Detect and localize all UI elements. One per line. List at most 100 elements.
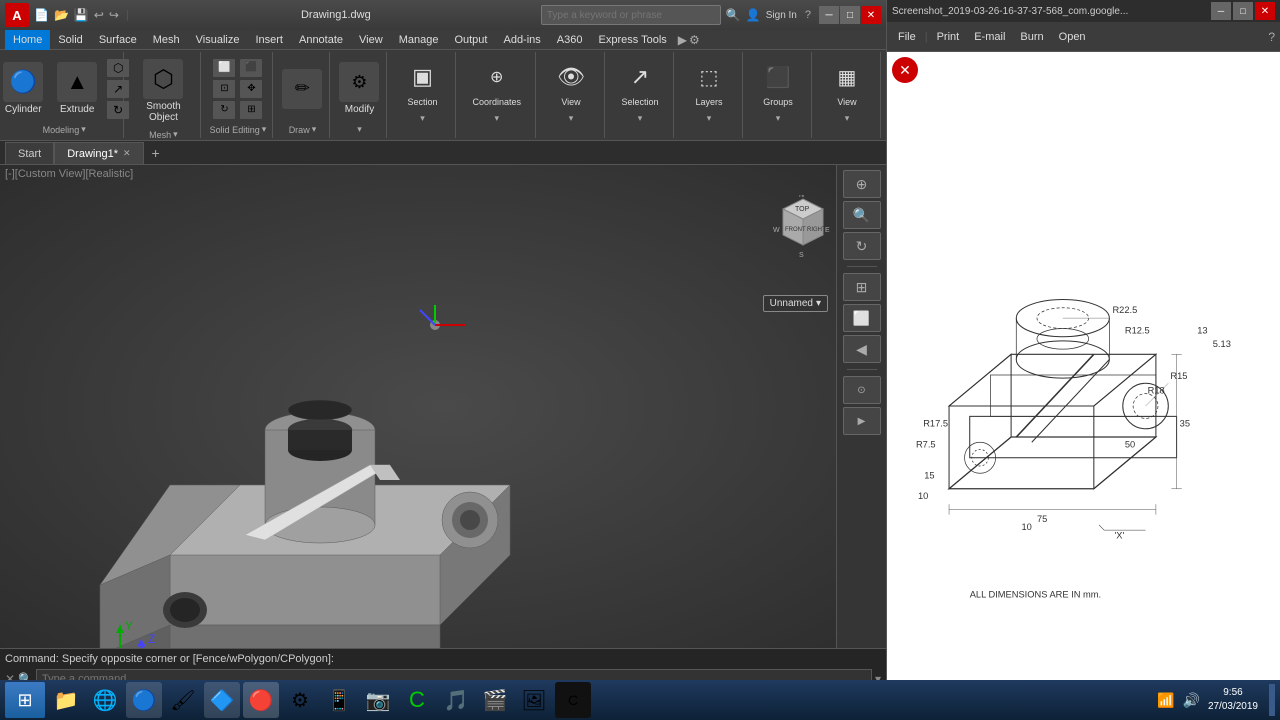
tab-add-button[interactable]: +	[144, 142, 168, 164]
help-icon[interactable]: ?	[805, 9, 811, 21]
screenshot-burn-btn[interactable]: Burn	[1014, 29, 1049, 45]
zoom-button[interactable]: 🔍	[843, 201, 881, 229]
sign-in-btn[interactable]: Sign In	[766, 10, 797, 21]
screenshot-close[interactable]: ✕	[1255, 2, 1275, 20]
layers-group-label[interactable]: ▾	[707, 113, 712, 124]
undo-icon[interactable]: ↩	[94, 8, 104, 22]
close-button[interactable]: ✕	[861, 6, 881, 24]
taskbar-gear[interactable]: ⚙	[282, 682, 318, 718]
coordinates-button[interactable]: ⊕ Coordinates	[466, 55, 527, 111]
cylinder-button[interactable]: 🔵 Cylinder	[0, 58, 49, 119]
menu-item-surface[interactable]: Surface	[91, 30, 145, 50]
open-file-icon[interactable]: 📂	[54, 8, 69, 22]
groups-button[interactable]: ⬛ Groups	[753, 55, 803, 111]
screenshot-help-icon[interactable]: ?	[1268, 30, 1275, 44]
view-cube[interactable]: TOP FRONT RIGHT N W E S	[771, 195, 831, 255]
smooth-group-label[interactable]: Mesh ▾	[149, 129, 178, 140]
tab-drawing1-close[interactable]: ✕	[123, 148, 131, 159]
menu-item-output[interactable]: Output	[446, 30, 495, 50]
layers-button[interactable]: ⬚ Layers	[684, 55, 734, 111]
section-button[interactable]: ▣ Section	[397, 55, 447, 111]
selection-button[interactable]: ↗ Selection	[615, 55, 665, 111]
menu-item-home[interactable]: Home	[5, 30, 50, 50]
solid-edit-group-label[interactable]: Solid Editing ▾	[210, 124, 267, 135]
extrude-button[interactable]: ▲ Extrude	[51, 58, 103, 119]
taskbar-network-icon[interactable]: 📶	[1157, 692, 1174, 709]
redo-icon[interactable]: ↪	[109, 8, 119, 22]
modeling-group-label[interactable]: Modeling ▾	[43, 124, 86, 135]
screenshot-email-btn[interactable]: E-mail	[968, 29, 1011, 45]
taskbar-sound-icon[interactable]: 🔊	[1183, 692, 1200, 709]
taskbar-media[interactable]: 📱	[321, 682, 357, 718]
viewport[interactable]: [-][Custom View][Realistic]	[0, 165, 886, 648]
taskbar-autocad[interactable]: 🔴	[243, 682, 279, 718]
pan-button[interactable]: ⊕	[843, 170, 881, 198]
menu-item-express[interactable]: Express Tools	[590, 30, 674, 50]
screenshot-print-btn[interactable]: Print	[931, 29, 966, 45]
steeringwheel-button[interactable]: ⊙	[843, 376, 881, 404]
menu-item-addins[interactable]: Add-ins	[495, 30, 548, 50]
tab-start[interactable]: Start	[5, 142, 54, 164]
screenshot-minimize[interactable]: ─	[1211, 2, 1231, 20]
taskbar-windows-media[interactable]: 🎬	[477, 682, 513, 718]
showmotion-button[interactable]: ▶	[843, 407, 881, 435]
extents-button[interactable]: ⊞	[843, 273, 881, 301]
3drotate-btn[interactable]: ↻	[211, 100, 237, 120]
selection-group-label[interactable]: ▾	[638, 113, 643, 124]
modify-button[interactable]: ⚙ Modify	[333, 58, 385, 119]
groups-group-label[interactable]: ▾	[776, 113, 781, 124]
coordinates-group-label[interactable]: ▾	[494, 113, 499, 124]
menu-item-visualize[interactable]: Visualize	[188, 30, 248, 50]
view-button[interactable]: 👁 View	[546, 55, 596, 111]
taskbar-paint[interactable]: 🖌	[165, 682, 201, 718]
svg-text:TOP: TOP	[795, 206, 810, 213]
taskbar-vlc[interactable]: 🎵	[438, 682, 474, 718]
title-search-input[interactable]	[541, 5, 721, 25]
view2-group-label[interactable]: ▾	[845, 113, 850, 124]
previous-button[interactable]: ◀	[843, 335, 881, 363]
smooth-object-button[interactable]: ⬡ Smooth Object	[132, 55, 194, 127]
maximize-button[interactable]: □	[840, 6, 860, 24]
start-button[interactable]: ⊞	[5, 682, 45, 718]
view-group-label[interactable]: ▾	[569, 113, 574, 124]
menu-item-a360[interactable]: A360	[549, 30, 591, 50]
menu-item-manage[interactable]: Manage	[391, 30, 447, 50]
intersect-btn[interactable]: ⊡	[211, 79, 237, 99]
taskbar-photoshop[interactable]: 🔷	[204, 682, 240, 718]
taskbar-explorer[interactable]: 📁	[48, 682, 84, 718]
menu-item-view[interactable]: View	[351, 30, 391, 50]
save-icon[interactable]: 💾	[74, 8, 89, 22]
taskbar-show-desktop[interactable]	[1269, 684, 1275, 716]
taskbar-browser[interactable]: 🌐	[87, 682, 123, 718]
draw-group-label[interactable]: Draw ▾	[289, 124, 317, 135]
screenshot-open-btn[interactable]: Open	[1053, 29, 1092, 45]
3dalign-btn[interactable]: ⊞	[238, 100, 264, 120]
taskbar-black[interactable]: C	[555, 682, 591, 718]
taskbar-camera[interactable]: 📷	[360, 682, 396, 718]
menu-item-mesh[interactable]: Mesh	[145, 30, 188, 50]
menu-item-insert[interactable]: Insert	[247, 30, 291, 50]
ribbon-settings-icon[interactable]: ⚙	[689, 33, 700, 47]
window-zoom-button[interactable]: ⬜	[843, 304, 881, 332]
close-overlay-button[interactable]: ✕	[892, 57, 918, 83]
section-group-label[interactable]: ▾	[420, 113, 425, 124]
draw-button[interactable]: ✏	[276, 65, 328, 113]
union-btn[interactable]: ⬜	[211, 58, 237, 78]
3dmove-btn[interactable]: ✥	[238, 79, 264, 99]
menu-item-annotate[interactable]: Annotate	[291, 30, 351, 50]
view2-button[interactable]: ▦ View	[822, 55, 872, 111]
menu-item-solid[interactable]: Solid	[50, 30, 90, 50]
unnamed-view-button[interactable]: Unnamed ▾	[763, 295, 828, 312]
modify-group-label[interactable]: ▾	[357, 124, 362, 135]
subtract-btn[interactable]: ⬛	[238, 58, 264, 78]
taskbar-green[interactable]: C	[399, 682, 435, 718]
orbit-button[interactable]: ↻	[843, 232, 881, 260]
new-file-icon[interactable]: 📄	[34, 8, 49, 22]
screenshot-file-btn[interactable]: File	[892, 29, 922, 45]
minimize-button[interactable]: ─	[819, 6, 839, 24]
taskbar-app1[interactable]: 🔵	[126, 682, 162, 718]
taskbar-photos[interactable]: 🖼	[516, 682, 552, 718]
screenshot-maximize[interactable]: □	[1233, 2, 1253, 20]
tab-drawing1[interactable]: Drawing1* ✕	[54, 142, 143, 164]
ribbon-overflow-icon[interactable]: ▶	[678, 33, 687, 47]
